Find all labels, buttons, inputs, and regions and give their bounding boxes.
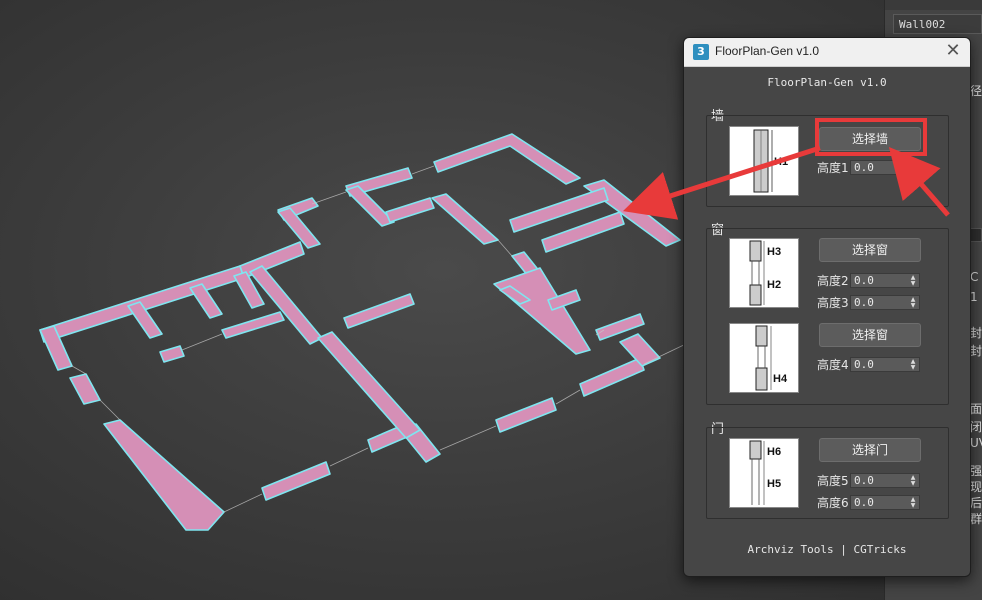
wall-center-stub <box>343 293 415 329</box>
window-h4-tag: H4 <box>773 373 788 385</box>
panel-fragment: 径 <box>970 84 982 98</box>
spinner-arrows-icon[interactable]: ▲ ▼ <box>909 359 917 371</box>
height3-spinner[interactable]: 0.0 ▲ ▼ <box>850 295 920 310</box>
panel-fragment: UV <box>970 436 982 450</box>
wall-left-lower <box>69 373 101 405</box>
wall-bottom-5 <box>579 357 645 397</box>
wall-bottom-4 <box>495 397 557 433</box>
window-h3-tag: H3 <box>767 246 781 258</box>
wall-diagram: H1 <box>729 126 799 196</box>
height2-label: 高度2 <box>817 274 849 288</box>
panel-fragment: 1 <box>970 290 978 304</box>
highlight-box <box>815 118 927 156</box>
panel-fragment: 闭 <box>970 420 982 434</box>
close-icon[interactable]: ✕ <box>942 41 964 63</box>
door-h5-tag: H5 <box>767 478 781 490</box>
height4-label: 高度4 <box>817 358 849 372</box>
door-diagram: H6 H5 <box>729 438 799 508</box>
panel-tabs[interactable] <box>885 0 982 10</box>
height4-spinner[interactable]: 0.0 ▲ ▼ <box>850 357 920 372</box>
spinner-arrows-icon[interactable]: ▲ ▼ <box>909 497 917 509</box>
height6-value: 0.0 <box>854 496 874 509</box>
wall-bottom-6 <box>619 333 661 367</box>
wall-top-mid-v <box>345 185 395 227</box>
panel-fragment: 封 <box>970 326 982 340</box>
panel-fragment: 面 <box>970 402 982 416</box>
panel-fragment: C <box>970 270 979 284</box>
wall-center-v <box>317 331 421 439</box>
height6-label: 高度6 <box>817 496 849 510</box>
panel-fragment: 强 <box>970 464 982 478</box>
wall-h1-tag: H1 <box>774 156 788 168</box>
window-diagram-b: H4 <box>729 323 799 393</box>
height1-spinner[interactable]: 0.0 ▲ ▼ <box>850 160 920 175</box>
panel-fragment: 后 <box>970 496 982 510</box>
wall-top-long <box>433 133 581 185</box>
height1-label: 高度1 <box>817 161 849 175</box>
wall-room-h <box>159 345 185 363</box>
wall-top-diag <box>431 193 499 245</box>
wall-room-h2 <box>221 311 285 339</box>
select-window-button-2[interactable]: 选择窗 <box>819 323 921 347</box>
panel-field[interactable] <box>970 228 982 242</box>
height5-label: 高度5 <box>817 474 849 488</box>
height3-label: 高度3 <box>817 296 849 310</box>
height5-value: 0.0 <box>854 474 874 487</box>
spinner-arrows-icon[interactable]: ▲ ▼ <box>909 275 917 287</box>
height6-spinner[interactable]: 0.0 ▲ ▼ <box>850 495 920 510</box>
height1-value: 0.0 <box>854 161 874 174</box>
spinner-arrows-icon[interactable]: ▲ ▼ <box>909 162 917 174</box>
height2-spinner[interactable]: 0.0 ▲ ▼ <box>850 273 920 288</box>
door-h6-tag: H6 <box>767 446 781 458</box>
panel-fragment: 现 <box>970 480 982 494</box>
spinner-arrows-icon[interactable]: ▲ ▼ <box>909 475 917 487</box>
app-icon: 3 <box>693 44 709 60</box>
dialog-titlebar[interactable]: 3 FloorPlan-Gen v1.0 ✕ <box>684 38 970 67</box>
spinner-arrows-icon[interactable]: ▲ ▼ <box>909 297 917 309</box>
window-diagram-a: H3 H2 <box>729 238 799 308</box>
wall-left-long <box>103 419 225 531</box>
select-door-button[interactable]: 选择门 <box>819 438 921 462</box>
select-window-button[interactable]: 选择窗 <box>819 238 921 262</box>
dialog-header: FloorPlan-Gen v1.0 <box>767 76 887 89</box>
window-h2-tag: H2 <box>767 279 781 291</box>
wall-bottom-1 <box>261 461 331 501</box>
height5-spinner[interactable]: 0.0 ▲ ▼ <box>850 473 920 488</box>
panel-fragment: 封 <box>970 344 982 358</box>
height2-value: 0.0 <box>854 274 874 287</box>
height4-value: 0.0 <box>854 358 874 371</box>
wall-top-room <box>385 197 435 223</box>
dialog-title: FloorPlan-Gen v1.0 <box>715 44 820 58</box>
dialog-footer: Archviz Tools | CGTricks <box>747 543 907 556</box>
object-name-field[interactable]: Wall002 <box>893 14 982 34</box>
height3-value: 0.0 <box>854 296 874 309</box>
wall-room-v2 <box>189 283 223 319</box>
wall-right-mid <box>493 267 591 355</box>
panel-fragment: 群 <box>970 512 982 526</box>
